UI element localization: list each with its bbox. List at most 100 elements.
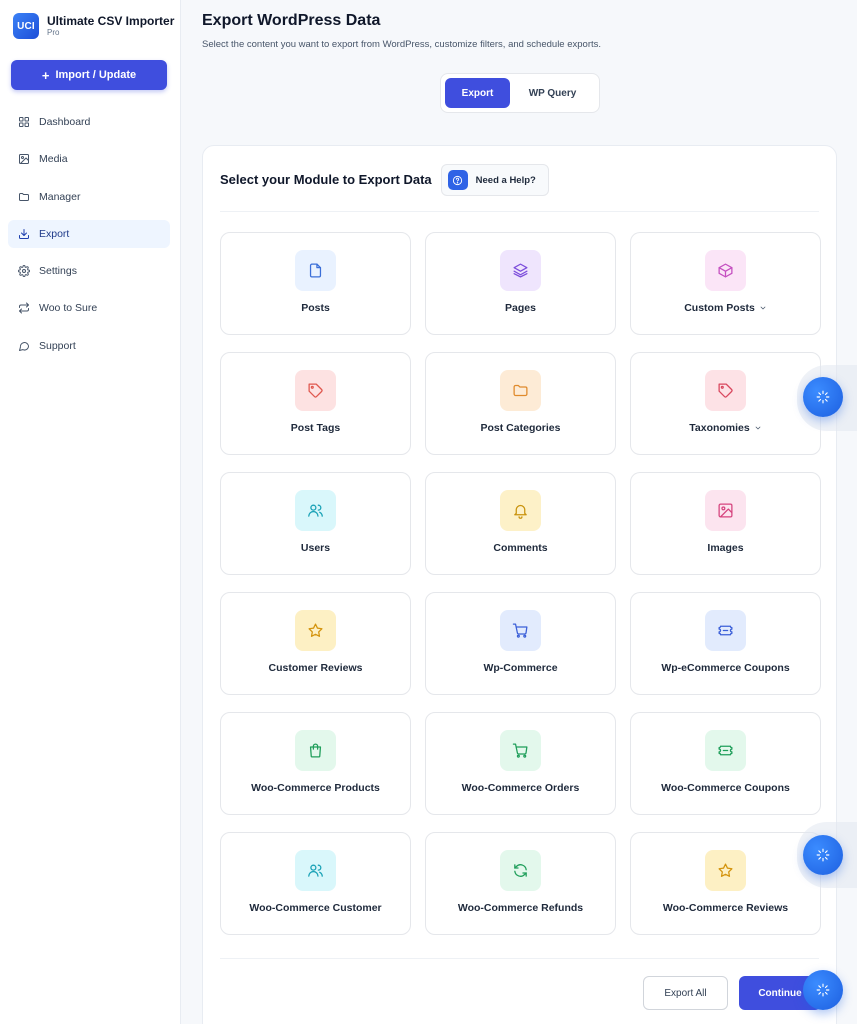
module-label: Post Tags — [291, 422, 340, 434]
import-update-button[interactable]: + Import / Update — [11, 60, 167, 90]
users-icon — [295, 490, 336, 531]
module-label: Custom Posts — [684, 302, 767, 314]
module-tile-customer-reviews[interactable]: Customer Reviews — [220, 592, 411, 695]
module-label: Woo-Commerce Products — [251, 782, 380, 794]
module-label-text: Woo-Commerce Customer — [249, 902, 382, 914]
sidebar-item-manager[interactable]: Manager — [8, 183, 170, 211]
module-tile-pages[interactable]: Pages — [425, 232, 616, 335]
tag-icon — [295, 370, 336, 411]
module-label-text: Woo-Commerce Orders — [461, 782, 580, 794]
module-grid: Posts Pages Custom Posts Post Tags Post Cate… — [220, 232, 821, 935]
tag-icon — [705, 370, 746, 411]
module-label: Woo-Commerce Orders — [462, 782, 580, 794]
module-tile-post-tags[interactable]: Post Tags — [220, 352, 411, 455]
module-label-text: Taxonomies — [689, 422, 750, 434]
image-icon — [19, 154, 29, 165]
ticket-icon — [705, 730, 746, 771]
module-label-text: Comments — [493, 542, 548, 554]
sidebar-item-label: Settings — [39, 265, 77, 278]
module-tile-woo-commerce-customer[interactable]: Woo-Commerce Customer — [220, 832, 411, 935]
need-help-label: Need a Help? — [475, 174, 536, 186]
module-label: Woo-Commerce Refunds — [458, 902, 583, 914]
module-label-text: Wp-eCommerce Coupons — [661, 662, 790, 674]
module-tile-woo-commerce-products[interactable]: Woo-Commerce Products — [220, 712, 411, 815]
grid-icon — [19, 117, 29, 127]
module-tile-comments[interactable]: Comments — [425, 472, 616, 575]
sidebar-item-woo-to-sure[interactable]: Woo to Sure — [8, 294, 170, 322]
sidebar-item-dashboard[interactable]: Dashboard — [8, 108, 170, 136]
module-tile-post-categories[interactable]: Post Categories — [425, 352, 616, 455]
sidebar-item-label: Media — [39, 153, 68, 166]
module-tile-woo-commerce-orders[interactable]: Woo-Commerce Orders — [425, 712, 616, 815]
module-label-text: Customer Reviews — [268, 662, 363, 674]
brand-logo: UCI — [13, 13, 39, 39]
module-label-text: Post Tags — [290, 422, 341, 434]
module-tile-woo-commerce-reviews[interactable]: Woo-Commerce Reviews — [630, 832, 821, 935]
module-tile-taxonomies[interactable]: Taxonomies — [630, 352, 821, 455]
folder-icon — [19, 192, 29, 201]
module-label-text: Users — [300, 542, 331, 554]
module-label-text: Woo-Commerce Reviews — [662, 902, 789, 914]
chat-icon — [19, 341, 30, 351]
loading-fab[interactable] — [803, 377, 843, 417]
module-label-text: Wp-Commerce — [483, 662, 558, 674]
chevron-down-icon[interactable] — [759, 304, 767, 312]
module-label-text: Post Categories — [480, 422, 561, 434]
cart-icon — [500, 610, 541, 651]
module-label-text: Pages — [505, 302, 536, 314]
module-tile-users[interactable]: Users — [220, 472, 411, 575]
module-tile-wp-ecommerce-coupons[interactable]: Wp-eCommerce Coupons — [630, 592, 821, 695]
module-tile-woo-commerce-coupons[interactable]: Woo-Commerce Coupons — [630, 712, 821, 815]
module-tile-posts[interactable]: Posts — [220, 232, 411, 335]
export-all-button[interactable]: Export All — [643, 976, 728, 1010]
module-label: Customer Reviews — [269, 662, 363, 674]
module-label: Post Categories — [481, 422, 561, 434]
tab-wp-query[interactable]: WP Query — [510, 78, 595, 108]
module-label-text: Woo-Commerce Coupons — [661, 782, 790, 794]
chevron-down-icon[interactable] — [754, 424, 762, 432]
card-footer-divider — [220, 958, 819, 959]
module-card: Select your Module to Export Data Need a… — [202, 145, 837, 1024]
brand[interactable]: UCI Ultimate CSV Importer Pro — [13, 13, 174, 39]
module-label: Users — [301, 542, 330, 554]
module-tile-images[interactable]: Images — [630, 472, 821, 575]
sidebar: UCI Ultimate CSV Importer Pro + Import /… — [0, 0, 181, 1024]
module-tile-woo-commerce-refunds[interactable]: Woo-Commerce Refunds — [425, 832, 616, 935]
mode-toggle: Export WP Query — [440, 73, 600, 113]
cart-icon — [500, 730, 541, 771]
module-label-text: Woo-Commerce Products — [251, 782, 380, 794]
loading-fab[interactable] — [803, 970, 843, 1010]
sidebar-item-label: Dashboard — [39, 116, 91, 128]
refresh-icon — [500, 850, 541, 891]
module-label: Posts — [301, 302, 330, 314]
users-icon — [295, 850, 336, 891]
spinner-icon — [816, 848, 830, 862]
module-label: Comments — [493, 542, 547, 554]
need-help-button[interactable]: Need a Help? — [440, 164, 549, 196]
star-icon — [705, 850, 746, 891]
brand-subtitle: Pro — [47, 28, 60, 37]
module-tile-wp-commerce[interactable]: Wp-Commerce — [425, 592, 616, 695]
sidebar-item-media[interactable]: Media — [8, 145, 170, 173]
module-label-text: Custom Posts — [684, 302, 755, 314]
spinner-icon — [816, 983, 830, 997]
card-title: Select your Module to Export Data — [220, 172, 432, 187]
loading-fab[interactable] — [803, 835, 843, 875]
download-icon — [19, 228, 29, 239]
import-update-label: Import / Update — [55, 69, 137, 81]
box-icon — [705, 250, 746, 291]
sidebar-item-export[interactable]: Export — [8, 219, 170, 248]
bag-icon — [295, 730, 336, 771]
module-tile-custom-posts[interactable]: Custom Posts — [630, 232, 821, 335]
swap-icon — [19, 302, 29, 314]
sidebar-item-label: Woo to Sure — [39, 302, 98, 315]
sidebar-item-support[interactable]: Support — [8, 332, 170, 360]
card-header: Select your Module to Export Data Need a… — [220, 164, 819, 212]
sidebar-item-label: Manager — [39, 190, 81, 203]
sidebar-item-label: Export — [39, 227, 70, 240]
sidebar-item-settings[interactable]: Settings — [8, 257, 170, 285]
page-subtitle: Select the content you want to export fr… — [202, 39, 602, 50]
file-icon — [295, 250, 336, 291]
bell-icon — [500, 490, 541, 531]
tab-export[interactable]: Export — [445, 78, 510, 108]
